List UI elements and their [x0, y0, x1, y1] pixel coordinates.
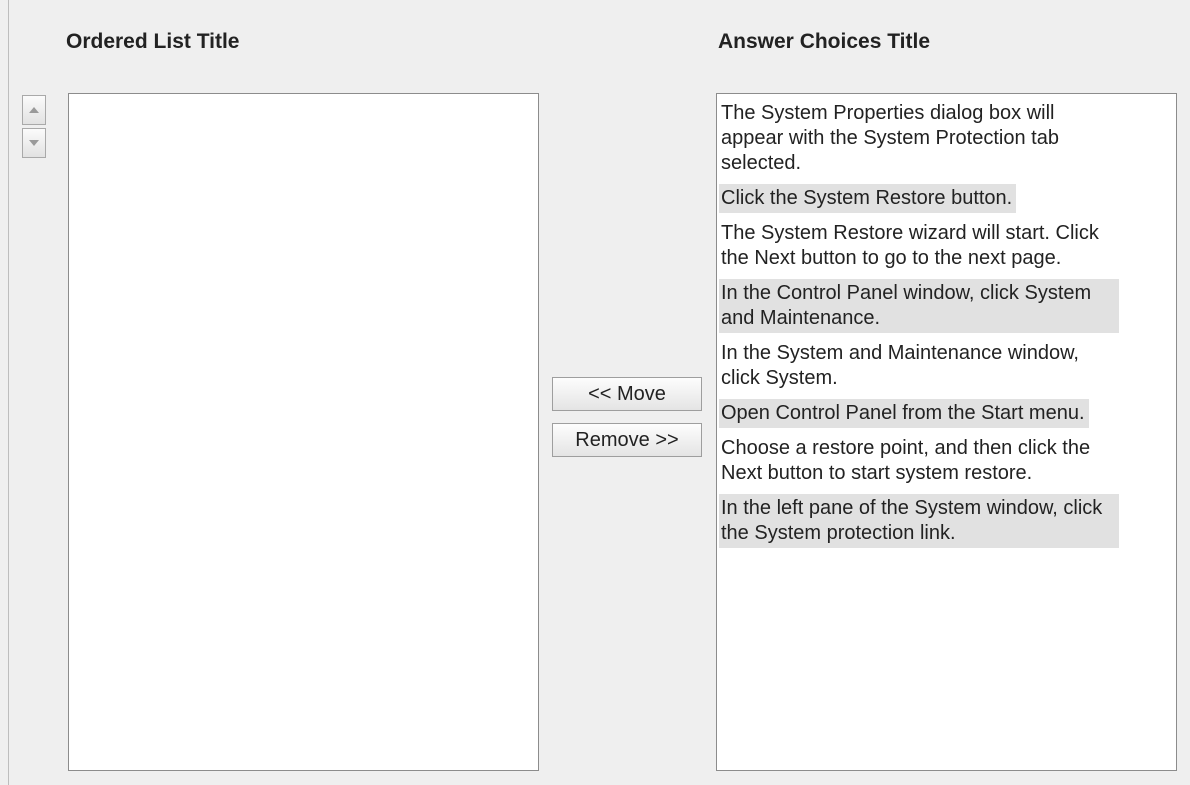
ordered-list-box[interactable] — [68, 93, 539, 771]
answer-choices-title: Answer Choices Title — [718, 30, 931, 53]
answer-choice-item[interactable]: In the left pane of the System window, c… — [719, 494, 1119, 548]
arrow-down-icon — [29, 140, 39, 146]
move-up-button[interactable] — [22, 95, 46, 125]
answer-choice-item[interactable]: The System Restore wizard will start. Cl… — [719, 219, 1119, 273]
answer-choice-item[interactable]: The System Properties dialog box will ap… — [719, 99, 1119, 178]
answer-choice-item[interactable]: Choose a restore point, and then click t… — [719, 434, 1119, 488]
answer-choice-item[interactable]: Click the System Restore button. — [719, 184, 1017, 213]
answer-choice-item[interactable]: In the Control Panel window, click Syste… — [719, 279, 1119, 333]
arrow-up-icon — [29, 107, 39, 113]
ordered-list-title: Ordered List Title — [66, 30, 240, 53]
remove-button[interactable]: Remove >> — [552, 423, 702, 457]
move-down-button[interactable] — [22, 128, 46, 158]
answer-choice-item[interactable]: In the System and Maintenance window, cl… — [719, 339, 1119, 393]
answer-choice-item[interactable]: Open Control Panel from the Start menu. — [719, 399, 1089, 428]
answer-choices-list[interactable]: The System Properties dialog box will ap… — [716, 93, 1177, 771]
move-button[interactable]: << Move — [552, 377, 702, 411]
